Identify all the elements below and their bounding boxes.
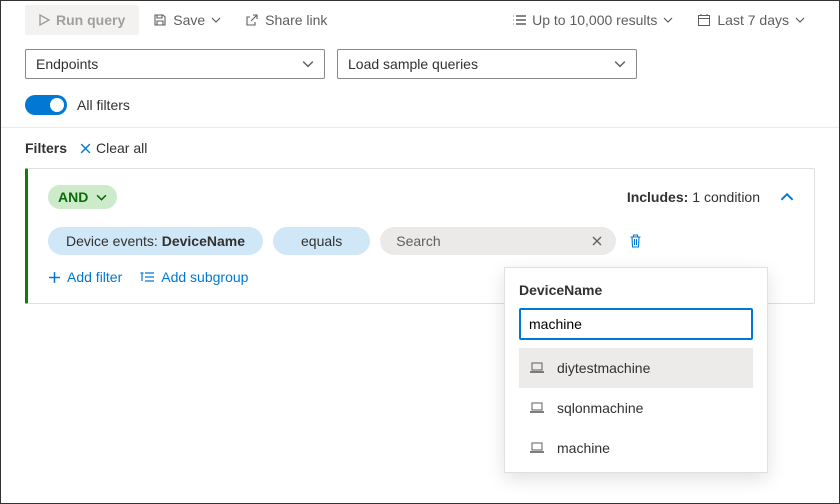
share-label: Share link [265,12,327,28]
chevron-down-icon [663,15,673,25]
play-icon [39,14,50,26]
device-option-label: sqlonmachine [557,400,643,416]
laptop-icon [529,362,545,374]
field-name: DeviceName [162,233,245,249]
add-filter-label: Add filter [67,269,122,285]
add-filter-button[interactable]: Add filter [48,269,122,285]
clear-all-label: Clear all [96,140,147,156]
time-range-button[interactable]: Last 7 days [687,6,815,34]
results-limit-button[interactable]: Up to 10,000 results [502,6,683,34]
chevron-down-icon [302,58,314,70]
save-label: Save [173,12,205,28]
close-icon [79,142,92,155]
add-subgroup-label: Add subgroup [161,269,248,285]
calendar-icon [697,13,711,27]
add-subgroup-button[interactable]: Add subgroup [140,269,248,285]
field-prefix: Device events: [66,233,162,249]
device-option-label: machine [557,440,610,456]
save-icon [153,13,167,27]
run-query-button[interactable]: Run query [25,5,139,35]
device-option[interactable]: sqlonmachine [519,388,753,428]
chevron-down-icon [795,15,805,25]
share-link-button[interactable]: Share link [235,6,337,34]
scope-value: Endpoints [36,56,98,72]
boolean-label: AND [58,189,88,205]
all-filters-toggle[interactable] [25,95,67,115]
filters-title: Filters [25,140,67,156]
panel-header: AND Includes: 1 condition [48,185,794,209]
save-button[interactable]: Save [143,6,231,34]
operator-pill[interactable]: equals [273,227,370,255]
laptop-icon [529,442,545,454]
scope-row: Endpoints Load sample queries [1,45,839,91]
results-label: Up to 10,000 results [532,12,657,28]
subgroup-icon [140,271,155,284]
clear-all-button[interactable]: Clear all [79,140,147,156]
device-option[interactable]: machine [519,428,753,468]
list-icon [512,14,526,26]
time-range-label: Last 7 days [717,12,789,28]
sample-value: Load sample queries [348,56,478,72]
includes-count: 1 condition [692,189,760,205]
toolbar: Run query Save Share link Up to 10,000 r… [1,1,839,45]
clear-search-icon[interactable] [584,228,610,254]
laptop-icon [529,402,545,414]
plus-icon [48,271,61,284]
device-option[interactable]: diytestmachine [519,348,753,388]
run-query-label: Run query [56,12,125,28]
collapse-button[interactable] [780,190,794,204]
popover-search-input[interactable] [519,308,753,340]
includes-label: Includes: [627,189,688,205]
share-icon [245,13,259,27]
sample-queries-dropdown[interactable]: Load sample queries [337,49,637,79]
all-filters-label: All filters [77,97,130,113]
condition-row: Device events: DeviceName equals [48,227,794,255]
delete-condition-button[interactable] [628,233,643,249]
device-name-popover: DeviceName diytestmachine sqlonmachine mac… [504,267,768,473]
value-search-input[interactable] [396,227,584,255]
chevron-down-icon [614,58,626,70]
filter-group-panel: AND Includes: 1 condition Device events:… [25,168,815,304]
operator-label: equals [301,233,342,249]
filters-header: Filters Clear all [1,128,839,168]
popover-title: DeviceName [519,282,753,298]
device-option-label: diytestmachine [557,360,650,376]
field-pill[interactable]: Device events: DeviceName [48,227,263,255]
boolean-operator-pill[interactable]: AND [48,185,117,209]
filters-toggle-row: All filters [1,91,839,127]
chevron-down-icon [96,192,107,203]
scope-dropdown[interactable]: Endpoints [25,49,325,79]
value-search-pill[interactable] [380,227,616,255]
chevron-down-icon [211,15,221,25]
